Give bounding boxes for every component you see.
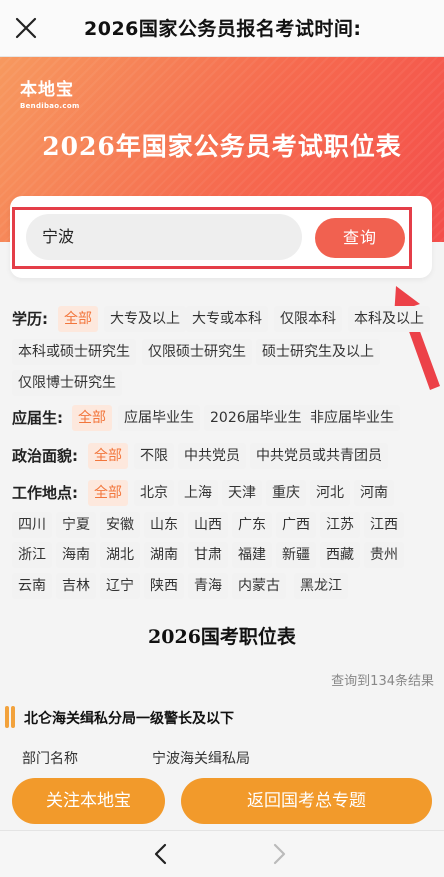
close-icon[interactable] <box>14 16 38 40</box>
dept-label: 部门名称 <box>22 751 78 767</box>
filter-location-option[interactable]: 海南 <box>56 542 96 568</box>
filter-location-option[interactable]: 江苏 <box>320 512 360 538</box>
filter-graduate-option[interactable]: 非应届毕业生 <box>304 405 400 431</box>
filter-location-option[interactable]: 青海 <box>188 573 228 599</box>
filter-education-option[interactable]: 硕士研究生及以上 <box>256 339 380 365</box>
filter-location-option[interactable]: 湖南 <box>144 542 184 568</box>
filter-location-option[interactable]: 广西 <box>276 512 316 538</box>
filter-political-option[interactable]: 中共党员 <box>178 443 246 469</box>
filter-location-option[interactable]: 甘肃 <box>188 542 228 568</box>
filter-education-option[interactable]: 大专及以上 <box>104 306 186 332</box>
filter-education-option[interactable]: 本科及以上 <box>348 306 430 332</box>
job-title[interactable]: 北仑海关缉私分局一级警长及以下 <box>24 708 234 728</box>
filter-education-label: 学历: <box>12 310 48 328</box>
filter-location-option[interactable]: 贵州 <box>364 542 404 568</box>
filter-location-option[interactable]: 重庆 <box>266 480 306 506</box>
browser-bottom-bar <box>0 830 444 877</box>
filter-location-option[interactable]: 广东 <box>232 512 272 538</box>
job-marker-icon <box>5 706 17 728</box>
filter-education-option[interactable]: 本科或硕士研究生 <box>12 339 136 365</box>
filter-location-option[interactable]: 福建 <box>232 542 272 568</box>
filter-location-option[interactable]: 山西 <box>188 512 228 538</box>
filter-location-option[interactable]: 安徽 <box>100 512 140 538</box>
filter-location-option[interactable]: 四川 <box>12 512 52 538</box>
banner-title: 2026年国家公务员考试职位表 <box>42 132 402 161</box>
filter-location-option[interactable]: 天津 <box>222 480 262 506</box>
filter-location-option[interactable]: 全部 <box>88 480 128 506</box>
logo-subtext: Bendibao.com <box>20 102 80 110</box>
highlight-frame <box>12 207 412 269</box>
filter-location-option[interactable]: 山东 <box>144 512 184 538</box>
filter-location-option[interactable]: 河南 <box>354 480 394 506</box>
filter-location-option[interactable]: 湖北 <box>100 542 140 568</box>
filter-political-label: 政治面貌: <box>12 447 78 465</box>
filter-graduate-label: 应届生: <box>12 409 63 427</box>
filter-location-label: 工作地点: <box>12 484 78 502</box>
filter-graduate-option[interactable]: 应届毕业生 <box>118 405 200 431</box>
filter-education-option[interactable]: 仅限博士研究生 <box>12 370 122 396</box>
filter-location-option[interactable]: 陕西 <box>144 573 184 599</box>
filter-education-option[interactable]: 大专或本科 <box>186 306 268 332</box>
filter-location-option[interactable]: 云南 <box>12 573 52 599</box>
filter-education-option[interactable]: 仅限本科 <box>274 306 342 332</box>
filter-location-option[interactable]: 江西 <box>364 512 404 538</box>
annotation-arrow-icon <box>394 286 440 390</box>
filter-location-option[interactable]: 河北 <box>310 480 350 506</box>
filter-location-option[interactable]: 上海 <box>178 480 218 506</box>
dept-value: 宁波海关缉私局 <box>152 751 250 767</box>
follow-button[interactable]: 关注本地宝 <box>12 778 165 824</box>
filter-location-option[interactable]: 新疆 <box>276 542 316 568</box>
filter-location-option[interactable]: 宁夏 <box>56 512 96 538</box>
filter-location-option[interactable]: 北京 <box>134 480 174 506</box>
page-title: 2026国家公务员报名考试时间: <box>84 18 362 40</box>
filter-graduate-option[interactable]: 2026届毕业生 <box>204 405 308 431</box>
chevron-left-icon[interactable] <box>150 843 172 865</box>
filter-location-option[interactable]: 浙江 <box>12 542 52 568</box>
filter-location-option[interactable]: 黑龙江 <box>294 573 348 599</box>
chevron-right-icon[interactable] <box>268 843 290 865</box>
filter-location-option[interactable]: 辽宁 <box>100 573 140 599</box>
results-title: 2026国考职位表 <box>148 626 296 648</box>
filter-location-option[interactable]: 内蒙古 <box>232 573 286 599</box>
top-nav-bar: 2026国家公务员报名考试时间: <box>0 0 444 57</box>
filter-political-option[interactable]: 不限 <box>134 443 174 469</box>
logo-text: 本地宝 <box>20 80 74 100</box>
brand-logo: 本地宝 Bendibao.com <box>20 75 100 121</box>
results-count: 查询到134条结果 <box>331 674 434 689</box>
filter-location-option[interactable]: 吉林 <box>56 573 96 599</box>
filter-education-option[interactable]: 仅限硕士研究生 <box>142 339 252 365</box>
back-to-topic-button[interactable]: 返回国考总专题 <box>181 778 432 824</box>
filter-political-option[interactable]: 中共党员或共青团员 <box>250 443 388 469</box>
filter-location-option[interactable]: 西藏 <box>320 542 360 568</box>
filter-political-option[interactable]: 全部 <box>88 443 128 469</box>
filter-graduate-option[interactable]: 全部 <box>72 405 112 431</box>
filter-education-option[interactable]: 全部 <box>58 306 98 332</box>
